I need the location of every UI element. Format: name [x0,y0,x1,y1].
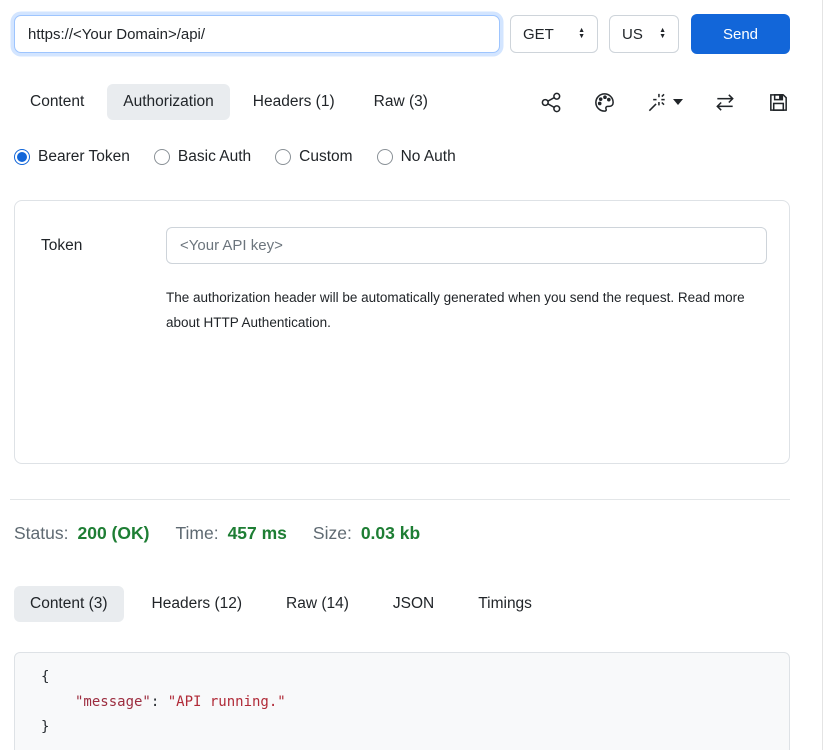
save-icon[interactable] [767,91,790,114]
radio-no-auth[interactable]: No Auth [377,148,456,166]
radio-selected-icon [14,149,30,165]
request-tabs-row: Content Authorization Headers (1) Raw (3… [14,84,790,120]
radio-label: Custom [299,148,352,166]
radio-label: No Auth [401,148,456,166]
section-divider [10,499,790,500]
response-body-viewer[interactable]: { "message": "API running." } [14,652,790,750]
size-value: 0.03 kb [361,523,420,544]
auth-type-selector: Bearer Token Basic Auth Custom No Auth [14,148,837,166]
radio-basic-auth[interactable]: Basic Auth [154,148,251,166]
resp-tab-raw[interactable]: Raw (14) [270,586,365,622]
tab-headers[interactable]: Headers (1) [237,84,351,120]
region-select-value: US [622,26,643,43]
radio-custom[interactable]: Custom [275,148,352,166]
method-select-value: GET [523,26,554,43]
api-client-page: GET ▲▼ US ▲▼ Send Content Authorization … [0,0,837,750]
palette-icon[interactable] [593,91,616,114]
select-arrows-icon: ▲▼ [578,28,585,40]
json-value: "API running." [168,694,286,710]
url-input[interactable] [14,15,500,53]
radio-label: Bearer Token [38,148,130,166]
token-label: Token [41,237,166,255]
content-edge-divider [822,0,823,750]
response-status-row: Status: 200 (OK) Time: 457 ms Size: 0.03… [14,523,420,544]
magic-wand-icon[interactable] [646,91,683,114]
tab-authorization[interactable]: Authorization [107,84,229,120]
send-button[interactable]: Send [691,14,790,54]
resp-tab-json[interactable]: JSON [377,586,450,622]
auth-help-text: The authorization header will be automat… [166,285,749,335]
tab-content[interactable]: Content [14,84,100,120]
radio-label: Basic Auth [178,148,251,166]
swap-arrows-icon[interactable] [713,91,737,114]
json-key: "message" [75,694,151,710]
response-tabs-row: Content (3) Headers (12) Raw (14) JSON T… [14,586,560,622]
token-input[interactable] [166,227,767,264]
select-arrows-icon: ▲▼ [659,28,666,40]
status-code-value: 200 (OK) [77,523,149,544]
resp-tab-timings[interactable]: Timings [462,586,548,622]
radio-unselected-icon [154,149,170,165]
time-value: 457 ms [228,523,287,544]
resp-tab-headers[interactable]: Headers (12) [136,586,258,622]
bearer-token-panel: Token The authorization header will be a… [14,200,790,464]
time-label: Time: [175,523,218,544]
resp-tab-content[interactable]: Content (3) [14,586,124,622]
code-line: { [41,665,789,690]
share-icon[interactable] [540,91,563,114]
token-row: Token [15,201,789,264]
tab-raw[interactable]: Raw (3) [358,84,444,120]
json-separator: : [151,694,168,710]
radio-unselected-icon [377,149,393,165]
status-label: Status: [14,523,68,544]
radio-bearer-token[interactable]: Bearer Token [14,148,130,166]
radio-unselected-icon [275,149,291,165]
code-line: "message": "API running." [41,690,789,715]
method-select[interactable]: GET ▲▼ [510,15,598,53]
size-label: Size: [313,523,352,544]
code-line: } [41,715,789,740]
request-bar: GET ▲▼ US ▲▼ Send [0,0,837,54]
chevron-down-icon [673,99,683,105]
request-toolbar [540,91,790,114]
region-select[interactable]: US ▲▼ [609,15,679,53]
